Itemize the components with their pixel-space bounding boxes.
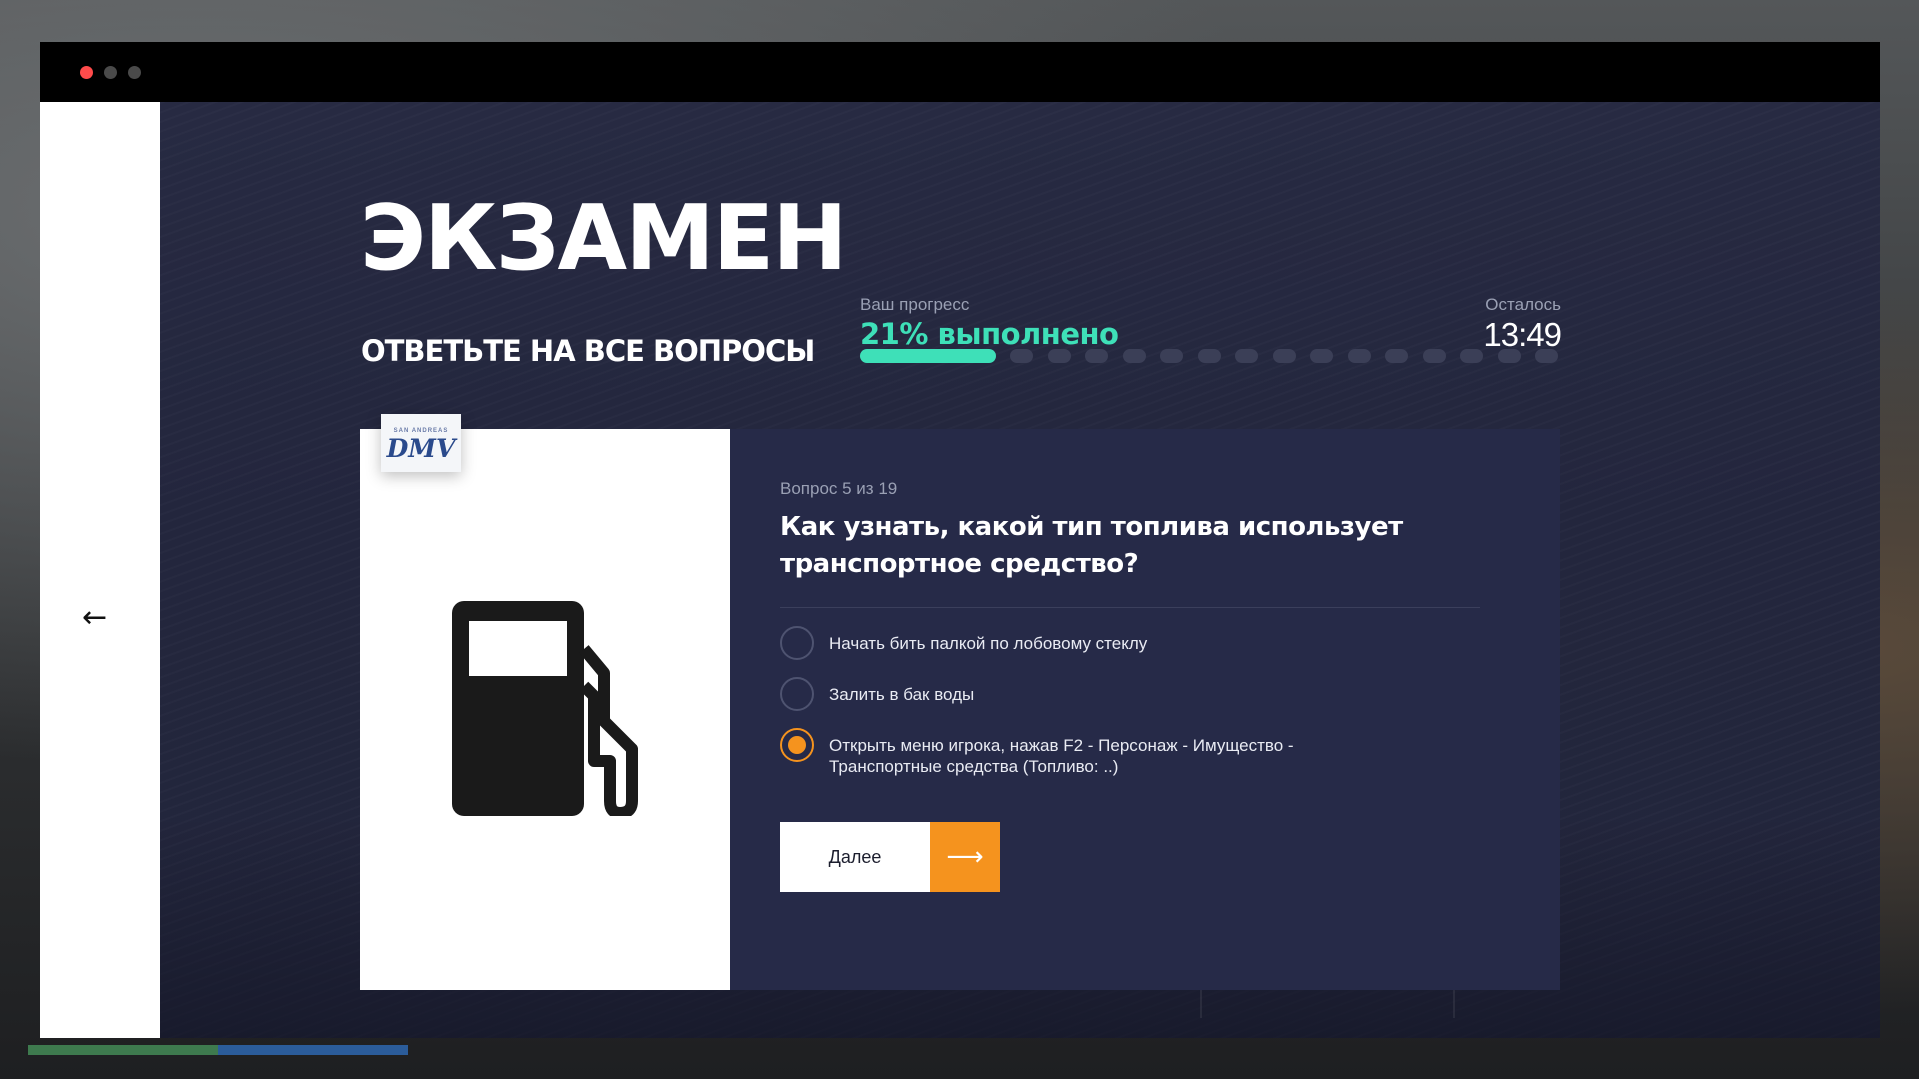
progress-fill [860, 349, 996, 363]
progress-step [1010, 349, 1033, 363]
time-remaining-label: Осталось [1485, 295, 1561, 314]
question-card: SAN ANDREAS DMV Вопрос 5 из 19 Как узнат… [360, 414, 1560, 990]
question-image-panel: SAN ANDREAS DMV [360, 414, 730, 990]
next-button[interactable]: Далее ⟶ [780, 822, 1000, 892]
exam-window: ← ЭКЗАМЕН ОТВЕТЬТЕ НА ВСЕ ВОПРОСЫ Ваш пр… [40, 42, 1880, 1038]
question-counter: Вопрос 5 из 19 [780, 479, 898, 498]
sidebar: ← [40, 102, 160, 1038]
progress-step [1460, 349, 1483, 363]
fuel-pump-icon [452, 601, 638, 816]
next-button-label: Далее [780, 822, 930, 892]
progress-step [1385, 349, 1408, 363]
progress-step [1122, 349, 1146, 363]
answer-option-label: Начать бить палкой по лобовому стеклу [829, 634, 1148, 653]
progress-step [1160, 349, 1183, 363]
progress-step [1422, 349, 1446, 363]
divider [780, 607, 1480, 608]
progress-value: 21% выполнено [860, 317, 1119, 351]
answer-option-label: Открыть меню игрока, нажав F2 - Персонаж… [829, 736, 1294, 776]
progress-step [1272, 349, 1296, 363]
progress-step [1310, 349, 1333, 363]
maximize-dot-icon[interactable] [128, 66, 141, 79]
dmv-logo: SAN ANDREAS DMV [381, 414, 461, 472]
progress-step [1535, 349, 1558, 363]
radio-button[interactable] [780, 626, 814, 660]
progress-step [1347, 349, 1371, 363]
progress-step [1047, 349, 1071, 363]
question-text: Как узнать, какой тип топлива использует… [780, 512, 1403, 579]
game-hud-stripe [28, 1045, 408, 1055]
progress-step [1197, 349, 1221, 363]
dmv-logo-text: DMV [386, 434, 456, 463]
progress-step [1235, 349, 1258, 363]
page-subtitle: ОТВЕТЬТЕ НА ВСЕ ВОПРОСЫ [361, 334, 815, 368]
radio-button[interactable] [780, 677, 814, 711]
main-content: ЭКЗАМЕН ОТВЕТЬТЕ НА ВСЕ ВОПРОСЫ Ваш прог… [160, 102, 1880, 1038]
page-title: ЭКЗАМЕН [360, 186, 848, 291]
progress-step [1497, 349, 1521, 363]
back-arrow-icon[interactable]: ← [82, 603, 118, 633]
arrow-right-icon: ⟶ [930, 822, 1000, 892]
answer-option-label: Залить в бак воды [829, 685, 975, 704]
title-bar [40, 42, 1880, 102]
progress-steps [860, 349, 1560, 363]
close-dot-icon[interactable] [80, 66, 93, 79]
progress-label: Ваш прогресс [860, 295, 970, 314]
minimize-dot-icon[interactable] [104, 66, 117, 79]
radio-button-selected[interactable] [780, 728, 814, 762]
progress-step [1085, 349, 1108, 363]
